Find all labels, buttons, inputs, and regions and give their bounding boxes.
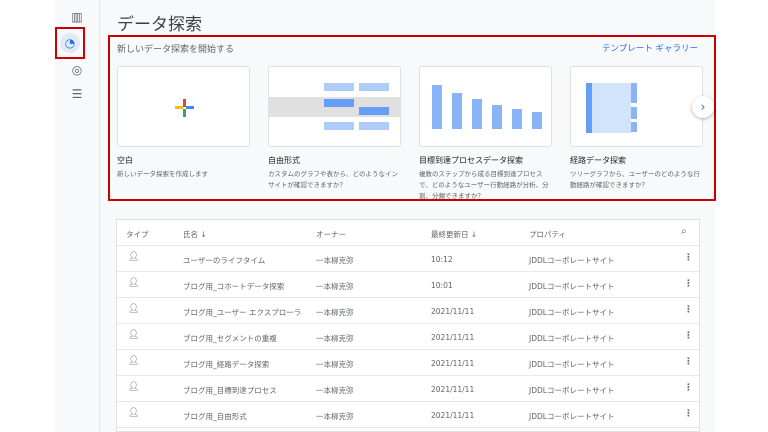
row-owner: 一本柳克弥 [316, 256, 354, 265]
person-icon: 👤︎ [128, 252, 140, 262]
row-name[interactable]: ユーザーのライフタイム [183, 255, 265, 266]
row-property: JDDLコーポレートサイト [529, 412, 615, 421]
bar-chart-icon[interactable]: ▥ [63, 6, 91, 28]
card-thumbnail [117, 66, 250, 147]
plus-icon [175, 99, 194, 117]
card-desc: カスタムのグラフや表から、どのようなインサイトが確認できますか？ [268, 170, 398, 189]
person-icon: 👤︎ [128, 408, 140, 418]
section-heading: 新しいデータ探索を開始する [117, 45, 235, 55]
table-row[interactable]: 👤︎ ブログ用_コホートデータ探索 一本柳克弥 10:01 JDDLコーポレート… [117, 272, 699, 298]
card-thumbnail [419, 66, 552, 147]
more-vert-icon[interactable]: ⋮ [684, 357, 693, 367]
card-free-form[interactable]: 自由形式 カスタムのグラフや表から、どのようなインサイトが確認できますか？ [268, 66, 401, 191]
more-vert-icon[interactable]: ⋮ [684, 279, 693, 289]
col-type: タイプ [126, 230, 149, 239]
table-row[interactable]: 👤︎ ブログ用_経路データ探索 一本柳克弥 2021/11/11 JDDLコーポ… [117, 350, 699, 376]
explorations-table: タイプ 氏名 ↓ オーナー 最終更新日 ↓ プロパティ ⌕ 👤︎ ユーザーのライ… [116, 219, 700, 432]
card-desc: 複数のステップから成る目標到達プロセスで、どのようなユーザー行動経路が分析、分割… [419, 170, 549, 200]
row-modified: 2021/11/11 [431, 307, 475, 316]
col-property[interactable]: プロパティ [529, 229, 566, 240]
row-name[interactable]: ブログ用_自由形式 [183, 411, 247, 422]
card-thumbnail [268, 66, 401, 147]
template-gallery-link[interactable]: テンプレート ギャラリー [602, 42, 698, 54]
more-vert-icon[interactable]: ⋮ [684, 305, 693, 315]
row-modified: 10:01 [431, 281, 453, 290]
col-name[interactable]: 氏名 ↓ [183, 229, 207, 240]
person-icon: 👤︎ [128, 356, 140, 366]
row-name[interactable]: ブログ用_ユーザー エクスプローラ [183, 307, 301, 318]
table-row[interactable]: 👤︎ ブログ用_ユーザー エクスプローラ 一本柳克弥 2021/11/11 JD… [117, 298, 699, 324]
card-name: 経路データ探索 [570, 156, 626, 165]
row-name[interactable]: ブログ用_目標到達プロセス [183, 385, 277, 396]
chevron-right-icon[interactable]: › [692, 96, 714, 118]
person-icon: 👤︎ [128, 278, 140, 288]
person-icon: 👤︎ [128, 304, 140, 314]
search-icon[interactable]: ⌕ [681, 226, 687, 237]
person-icon: 👤︎ [128, 382, 140, 392]
card-thumbnail [570, 66, 703, 147]
row-property: JDDLコーポレートサイト [529, 256, 615, 265]
table-row[interactable]: 👤︎ ブログ用_セグメントの重複 一本柳克弥 2021/11/11 JDDLコー… [117, 324, 699, 350]
row-property: JDDLコーポレートサイト [529, 308, 615, 317]
col-owner[interactable]: オーナー [316, 229, 346, 240]
ads-icon[interactable]: ◎ [63, 59, 91, 81]
card-funnel[interactable]: 目標到達プロセスデータ探索 複数のステップから成る目標到達プロセスで、どのような… [419, 66, 552, 202]
card-name: 自由形式 [268, 156, 300, 165]
row-owner: 一本柳克弥 [316, 386, 354, 395]
row-owner: 一本柳克弥 [316, 308, 354, 317]
row-owner: 一本柳克弥 [316, 360, 354, 369]
explore-icon[interactable]: ◔ [55, 27, 85, 59]
card-desc: 新しいデータ探索を作成します [117, 170, 208, 178]
row-name[interactable]: ブログ用_コホートデータ探索 [183, 281, 284, 292]
card-path[interactable]: 経路データ探索 ツリーグラフから、ユーザーのどのような行動経路が確認できますか？ [570, 66, 703, 191]
row-property: JDDLコーポレートサイト [529, 282, 615, 291]
new-exploration-section: 新しいデータ探索を開始する テンプレート ギャラリー 空白 新しいデータ探索を作… [108, 35, 716, 201]
more-vert-icon[interactable]: ⋮ [684, 331, 693, 341]
row-owner: 一本柳克弥 [316, 282, 354, 291]
card-name: 目標到達プロセスデータ探索 [419, 156, 523, 165]
table-header: タイプ 氏名 ↓ オーナー 最終更新日 ↓ プロパティ ⌕ [117, 220, 699, 246]
row-modified: 2021/11/11 [431, 333, 475, 342]
row-modified: 2021/11/11 [431, 411, 475, 420]
row-property: JDDLコーポレートサイト [529, 360, 615, 369]
row-property: JDDLコーポレートサイト [529, 386, 615, 395]
row-property: JDDLコーポレートサイト [529, 334, 615, 343]
page-title: データ探索 [117, 15, 202, 35]
row-modified: 2021/11/11 [431, 359, 475, 368]
col-modified[interactable]: 最終更新日 ↓ [431, 229, 477, 240]
card-name: 空白 [117, 156, 133, 165]
row-name[interactable]: ブログ用_経路データ探索 [183, 359, 269, 370]
table-row[interactable]: 👤︎ ユーザーのライフタイム 一本柳克弥 10:12 JDDLコーポレートサイト… [117, 246, 699, 272]
table-row[interactable]: 👤︎ ブログ用_目標到達プロセス 一本柳克弥 2021/11/11 JDDLコー… [117, 376, 699, 402]
side-rail: ▥ ◔ ◎ ☰ [55, 0, 100, 432]
row-modified: 10:12 [431, 255, 453, 264]
table-icon[interactable]: ☰ [63, 83, 91, 105]
more-vert-icon[interactable]: ⋮ [684, 383, 693, 393]
table-row[interactable]: 👤︎ ブログ用_自由形式 一本柳克弥 2021/11/11 JDDLコーポレート… [117, 402, 699, 428]
card-blank[interactable]: 空白 新しいデータ探索を作成します [117, 66, 250, 180]
row-owner: 一本柳克弥 [316, 412, 354, 421]
row-owner: 一本柳克弥 [316, 334, 354, 343]
person-icon: 👤︎ [128, 330, 140, 340]
more-vert-icon[interactable]: ⋮ [684, 253, 693, 263]
row-modified: 2021/11/11 [431, 385, 475, 394]
more-vert-icon[interactable]: ⋮ [684, 409, 693, 419]
row-name[interactable]: ブログ用_セグメントの重複 [183, 333, 277, 344]
card-desc: ツリーグラフから、ユーザーのどのような行動経路が確認できますか？ [570, 170, 700, 189]
